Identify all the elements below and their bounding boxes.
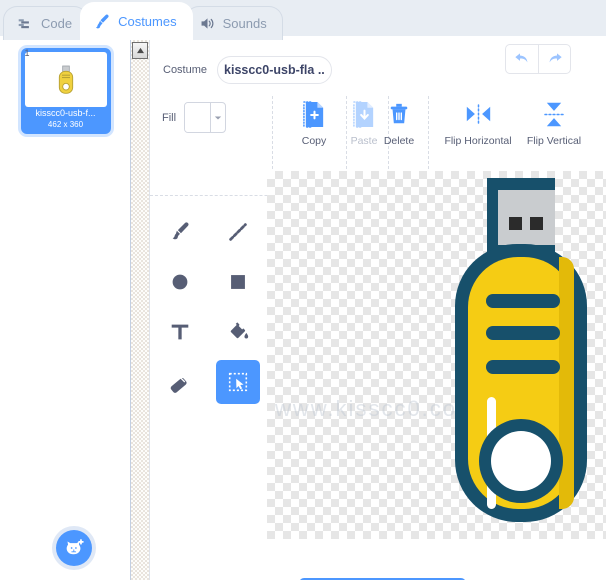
- tab-bar: Code Costumes Sounds: [0, 0, 606, 40]
- tab-code-label: Code: [41, 16, 73, 31]
- eraser-icon: [170, 377, 187, 393]
- scrollbar-track[interactable]: [131, 40, 149, 580]
- flip-horizontal-label: Flip Horizontal: [444, 135, 512, 147]
- trash-icon: [387, 98, 411, 130]
- eraser-tool[interactable]: [158, 360, 202, 404]
- line-tool[interactable]: [216, 210, 260, 254]
- costume-name-label: Costume: [163, 64, 208, 76]
- fill-label: Fill: [162, 111, 177, 124]
- flip-horizontal-button[interactable]: Flip Horizontal: [435, 98, 521, 147]
- brush-icon: [172, 222, 189, 240]
- costume-item-size: 462 x 360: [47, 120, 84, 129]
- redo-arrow-icon: [549, 52, 562, 62]
- add-costume-button[interactable]: [52, 526, 96, 570]
- select-icon: [228, 372, 248, 392]
- redo-button[interactable]: [538, 45, 570, 73]
- fill-control: Fill: [162, 102, 227, 133]
- flip-vertical-label: Flip Vertical: [526, 135, 582, 147]
- usb-thumbnail-icon: [58, 65, 73, 94]
- paint-editor: Costume Fill: [150, 40, 606, 580]
- text-tool[interactable]: [158, 310, 202, 354]
- fill-color-swatch[interactable]: [184, 102, 227, 133]
- speaker-icon: [199, 15, 216, 32]
- delete-button[interactable]: Delete: [368, 98, 430, 147]
- paint-editor-app: Code Costumes Sounds 1 kisscc0-usb-f... …: [0, 0, 606, 580]
- costume-thumbnail: [24, 52, 107, 107]
- flip-horizontal-icon: [465, 98, 492, 130]
- rect-tool[interactable]: [216, 260, 260, 304]
- scroll-up-arrow-icon[interactable]: [132, 42, 148, 59]
- bucket-icon: [230, 322, 249, 339]
- fill-tool[interactable]: [216, 310, 260, 354]
- paint-canvas[interactable]: www.kisscc0.com: [267, 171, 606, 539]
- select-tool[interactable]: [216, 360, 260, 404]
- text-icon: [171, 324, 189, 340]
- paint-canvas-area[interactable]: www.kisscc0.com: [267, 171, 606, 580]
- flip-vertical-button[interactable]: Flip Vertical: [516, 98, 592, 147]
- undo-redo-group: [505, 44, 571, 74]
- cat-plus-icon: [56, 530, 92, 566]
- tool-palette: [158, 210, 266, 404]
- code-icon: [17, 15, 34, 32]
- undo-arrow-icon: [514, 52, 527, 62]
- usb-flash-drive-artwork: [455, 178, 587, 522]
- tab-code[interactable]: Code: [3, 6, 89, 40]
- brush-tool[interactable]: [158, 210, 202, 254]
- circle-tool[interactable]: [158, 260, 202, 304]
- brush-icon: [94, 13, 111, 30]
- undo-button[interactable]: [506, 45, 538, 73]
- costume-list-item[interactable]: 1 kisscc0-usb-f... 462 x 360: [20, 48, 111, 134]
- tab-sounds[interactable]: Sounds: [184, 6, 283, 40]
- costume-item-name: kisscc0-usb-f...: [35, 108, 96, 118]
- flip-vertical-icon: [543, 98, 565, 130]
- chevron-down-icon: [209, 103, 225, 132]
- line-icon: [229, 223, 247, 241]
- copy-label: Copy: [301, 135, 327, 147]
- copy-icon: [302, 98, 327, 130]
- costume-list: 1 kisscc0-usb-f... 462 x 360: [0, 40, 131, 580]
- fill-color-preview: [185, 103, 210, 132]
- costume-list-scrollbar[interactable]: [130, 40, 149, 580]
- tab-costumes-label: Costumes: [118, 14, 177, 29]
- costume-selector-panel: 1 kisscc0-usb-f... 462 x 360: [0, 40, 150, 580]
- square-icon: [231, 275, 245, 289]
- tab-costumes[interactable]: Costumes: [80, 2, 193, 40]
- canvas-footer: [267, 539, 606, 580]
- circle-icon: [172, 274, 188, 290]
- tab-sounds-label: Sounds: [222, 16, 267, 31]
- costume-index: 1: [24, 48, 30, 58]
- costume-name-input[interactable]: [217, 56, 333, 84]
- delete-label: Delete: [383, 135, 415, 147]
